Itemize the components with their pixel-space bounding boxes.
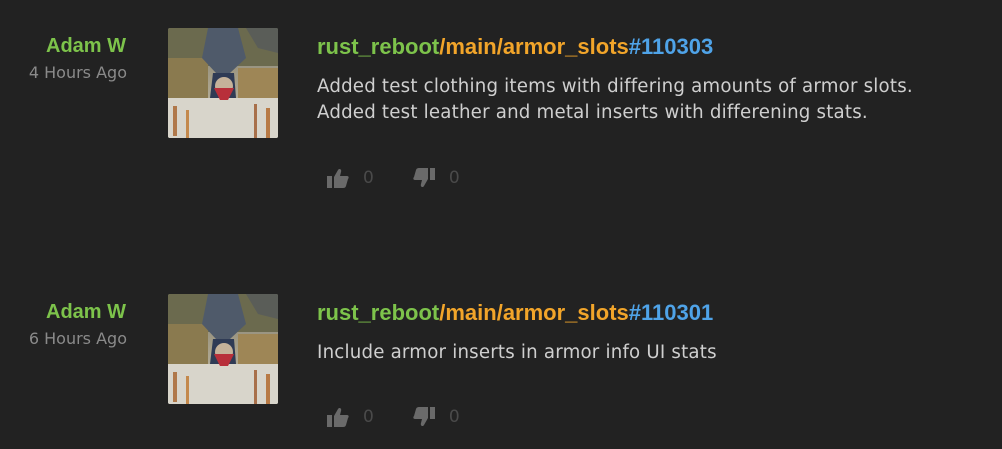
branch-link[interactable]: /main/armor_slots <box>439 300 629 325</box>
dislike-count: 0 <box>448 407 460 427</box>
like-count: 0 <box>363 168 374 188</box>
changeset-link[interactable]: #110301 <box>629 300 713 325</box>
avatar[interactable] <box>168 28 278 138</box>
commit-content: rust_reboot/main/armor_slots#110303 Adde… <box>317 34 1002 126</box>
branch-link[interactable]: /main/armor_slots <box>439 34 629 59</box>
dislike-button[interactable]: 0 <box>413 168 460 188</box>
like-count: 0 <box>363 407 374 427</box>
author-name[interactable]: Adam W <box>0 34 127 58</box>
thumbs-down-icon <box>413 407 435 427</box>
vote-bar: 0 0 <box>327 166 460 190</box>
commit-time: 4 Hours Ago <box>28 63 127 82</box>
commit-path: rust_reboot/main/armor_slots#110303 <box>317 34 1002 60</box>
thumbs-down-icon <box>413 168 435 188</box>
commit-entry: Adam W 6 Hours Ago rust_reboot/main/armo… <box>0 266 1002 449</box>
like-button[interactable]: 0 <box>327 407 374 427</box>
repo-link[interactable]: rust_reboot <box>317 300 439 325</box>
commit-message: Include armor inserts in armor info UI s… <box>317 342 717 363</box>
repo-link[interactable]: rust_reboot <box>317 34 439 59</box>
commit-entry: Adam W 4 Hours Ago rust_reboot/main/armo… <box>0 0 1002 200</box>
author-column: Adam W 6 Hours Ago <box>0 266 127 349</box>
like-button[interactable]: 0 <box>327 168 374 188</box>
avatar[interactable] <box>168 294 278 404</box>
commit-time: 6 Hours Ago <box>28 329 127 348</box>
dislike-count: 0 <box>448 168 460 188</box>
dislike-button[interactable]: 0 <box>413 407 460 427</box>
thumbs-up-icon <box>327 168 349 188</box>
commit-message: Added test clothing items with differing… <box>317 76 913 123</box>
author-column: Adam W 4 Hours Ago <box>0 0 127 83</box>
author-name[interactable]: Adam W <box>0 300 127 324</box>
changeset-link[interactable]: #110303 <box>629 34 713 59</box>
thumbs-up-icon <box>327 407 349 427</box>
commit-content: rust_reboot/main/armor_slots#110301 Incl… <box>317 300 1002 366</box>
commit-path: rust_reboot/main/armor_slots#110301 <box>317 300 1002 326</box>
vote-bar: 0 0 <box>327 405 460 429</box>
